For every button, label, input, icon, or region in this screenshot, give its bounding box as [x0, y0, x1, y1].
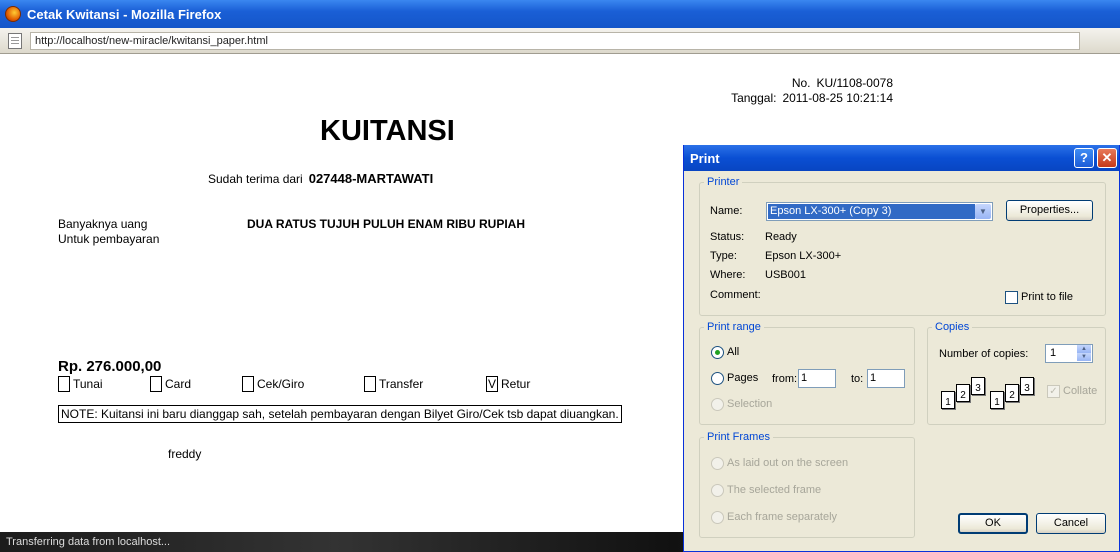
copies-label: Number of copies:: [939, 348, 1029, 360]
option-transfer: Transfer: [364, 376, 423, 392]
properties-button[interactable]: Properties...: [1006, 200, 1093, 221]
page-icon: 1: [990, 391, 1004, 409]
close-button[interactable]: ✕: [1097, 148, 1117, 168]
range-pages-radio[interactable]: [711, 372, 724, 385]
option-label: Tunai: [73, 377, 103, 391]
receipt-no-value: KU/1108-0078: [816, 76, 894, 90]
frame-option-1-label: As laid out on the screen: [727, 457, 849, 469]
option-cek-giro: Cek/Giro: [242, 376, 304, 392]
receipt-meta: No. KU/1108-0078 Tanggal: 2011-08-25 10:21…: [723, 76, 893, 106]
to-label: to:: [851, 373, 864, 385]
collate-illustration-2: 1 2 3: [990, 377, 1042, 413]
range-selection-label: Selection: [727, 398, 773, 410]
page-icon: 1: [941, 391, 955, 409]
copies-legend: Copies: [935, 321, 970, 333]
option-box: [242, 376, 254, 392]
amount-in-words: DUA RATUS TUJUH PULUH ENAM RIBU RUPIAH: [247, 217, 525, 231]
print-to-file-label[interactable]: Print to file: [1021, 291, 1073, 303]
cancel-button[interactable]: Cancel: [1036, 513, 1106, 534]
option-label: Transfer: [379, 377, 424, 391]
frame-option-3-radio[interactable]: [711, 511, 724, 524]
option-card: Card: [150, 376, 191, 392]
status-label: Status:: [710, 231, 745, 243]
spin-up-icon[interactable]: ▲: [1077, 345, 1091, 353]
where-label: Where:: [710, 269, 746, 281]
received-from: Sudah terima dari 027448-MARTAWATI: [208, 171, 433, 186]
printer-select-value: Epson LX-300+ (Copy 3): [768, 204, 975, 219]
frame-option-1-radio[interactable]: [711, 457, 724, 470]
dialog-titlebar: Print ? ✕: [684, 145, 1119, 171]
signer-name: freddy: [168, 447, 202, 461]
window-titlebar: Cetak Kwitansi - Mozilla Firefox: [0, 0, 1120, 28]
option-label: Retur: [501, 377, 531, 391]
frame-option-3-label: Each frame separately: [727, 511, 838, 523]
comment-label: Comment:: [710, 289, 761, 301]
range-all-label[interactable]: All: [727, 346, 739, 358]
frame-option-2-label: The selected frame: [727, 484, 822, 496]
frame-option-2-radio[interactable]: [711, 484, 724, 497]
to-input[interactable]: 1: [867, 369, 905, 388]
page-icon: 2: [956, 384, 970, 402]
status-value: Ready: [765, 231, 797, 243]
range-all-radio[interactable]: [711, 346, 724, 359]
page-icon: [8, 32, 22, 49]
option-box: V: [486, 376, 498, 392]
from-input[interactable]: 1: [798, 369, 836, 388]
print-frames-legend: Print Frames: [707, 431, 770, 443]
dialog-title: Print: [690, 150, 720, 166]
collate-illustration-1: 1 2 3: [941, 377, 993, 413]
type-value: Epson LX-300+: [765, 250, 842, 262]
printer-legend: Printer: [707, 176, 740, 188]
receipt-title: KUITANSI: [320, 115, 455, 147]
amount-value: Rp. 276.000,00: [58, 358, 162, 375]
option-label: Cek/Giro: [257, 377, 305, 391]
type-label: Type:: [710, 250, 737, 262]
help-button[interactable]: ?: [1074, 148, 1094, 168]
amount-label: Banyaknya uang: [58, 217, 148, 231]
printer-name-label: Name:: [710, 205, 743, 217]
receipt-note: NOTE: Kuitansi ini baru dianggap sah, se…: [58, 405, 622, 423]
location-bar: http://localhost/new-miracle/kwitansi_pa…: [0, 28, 1120, 54]
collate-label: Collate: [1063, 385, 1098, 397]
received-value: 027448-MARTAWATI: [308, 171, 434, 186]
status-text: Transferring data from localhost...: [6, 536, 171, 548]
firefox-window: Cetak Kwitansi - Mozilla Firefox http://…: [0, 0, 1120, 552]
option-tunai: Tunai: [58, 376, 103, 392]
where-value: USB001: [765, 269, 806, 281]
range-selection-radio[interactable]: [711, 398, 724, 411]
receipt-date-label: Tanggal:: [731, 91, 777, 105]
option-retur: V Retur: [486, 376, 530, 392]
chevron-down-icon[interactable]: ▼: [975, 204, 991, 219]
option-label: Card: [165, 377, 192, 391]
url-field[interactable]: http://localhost/new-miracle/kwitansi_pa…: [30, 31, 1080, 50]
range-pages-label[interactable]: Pages: [727, 372, 758, 384]
purpose-label: Untuk pembayaran: [58, 232, 160, 246]
option-box: [58, 376, 70, 392]
spin-down-icon[interactable]: ▼: [1077, 353, 1091, 361]
option-box: [364, 376, 376, 392]
window-title: Cetak Kwitansi - Mozilla Firefox: [27, 6, 222, 22]
print-range-legend: Print range: [707, 321, 761, 333]
from-label: from:: [772, 373, 798, 385]
collate-checkbox[interactable]: ✓: [1047, 385, 1060, 398]
receipt-date-value: 2011-08-25 10:21:14: [782, 91, 893, 105]
option-box: [150, 376, 162, 392]
received-label: Sudah terima dari: [208, 172, 303, 186]
page-icon: 3: [1020, 377, 1034, 395]
copies-spinner[interactable]: 1 ▲ ▼: [1045, 344, 1093, 363]
print-to-file-checkbox[interactable]: [1005, 291, 1018, 304]
ok-button[interactable]: OK: [958, 513, 1028, 534]
receipt-no-label: No.: [791, 76, 811, 90]
printer-select[interactable]: Epson LX-300+ (Copy 3) ▼: [766, 202, 993, 221]
firefox-icon: [5, 6, 21, 22]
print-dialog: Print ? ✕ Printer Name: Epson LX-300+ (C…: [683, 145, 1120, 552]
page-icon: 2: [1005, 384, 1019, 402]
page-icon: 3: [971, 377, 985, 395]
copies-value: 1: [1050, 347, 1057, 359]
